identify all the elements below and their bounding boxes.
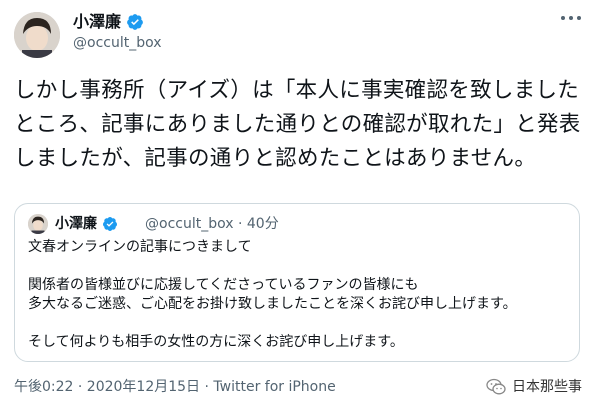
tweet-timestamp[interactable]: 午後0:22 · 2020年12月15日 · bbox=[14, 379, 213, 395]
display-name[interactable]: 小澤廉 bbox=[73, 12, 144, 32]
quoted-display-name: 小澤廉 bbox=[55, 214, 118, 234]
quoted-line-spacer bbox=[28, 257, 568, 276]
quoted-tweet-text: 文春オンラインの記事につきまして 関係者の皆様並びに応援してくださっているファン… bbox=[28, 238, 568, 352]
quoted-line-spacer bbox=[28, 314, 568, 333]
quoted-line: そして何よりも相手の女性の方に深くお詫び申し上げます。 bbox=[28, 334, 404, 350]
quoted-avatar bbox=[28, 214, 48, 234]
watermark: 日本那些事 bbox=[486, 377, 582, 397]
quoted-line: 多大なるご迷惑、ご心配をお掛け致しましたことを深くお詫び申し上げます。 bbox=[28, 296, 517, 312]
verified-badge-icon bbox=[102, 216, 118, 232]
quoted-meta: @occult_box · 40分 bbox=[145, 214, 279, 234]
more-options-icon[interactable] bbox=[561, 16, 581, 22]
quoted-line: 文春オンラインの記事につきまして bbox=[28, 239, 252, 255]
tweet-text: しかし事務所（アイズ）は「本人に事実確認を致しましたところ、記事にありました通り… bbox=[14, 78, 581, 171]
quoted-tweet-card[interactable]: 小澤廉 @occult_box · 40分 文春オンラインの記事につきまして 関… bbox=[14, 203, 580, 362]
watermark-text: 日本那些事 bbox=[512, 379, 582, 395]
avatar[interactable] bbox=[14, 12, 60, 58]
quoted-handle: @occult_box bbox=[145, 216, 234, 232]
quoted-display-name-text: 小澤廉 bbox=[55, 216, 97, 232]
quoted-time[interactable]: 40分 bbox=[247, 216, 279, 232]
display-name-text[interactable]: 小澤廉 bbox=[73, 12, 121, 32]
wechat-logo-icon bbox=[486, 378, 506, 396]
handle[interactable]: @occult_box bbox=[73, 34, 162, 52]
quoted-line: 関係者の皆様並びに応援してくださっているファンの皆様にも bbox=[28, 277, 419, 293]
verified-badge-icon bbox=[126, 13, 144, 31]
tweet-footer: 午後0:22 · 2020年12月15日 · Twitter for iPhon… bbox=[14, 377, 336, 397]
quoted-separator: · bbox=[237, 216, 243, 232]
tweet-source[interactable]: Twitter for iPhone bbox=[213, 379, 335, 395]
